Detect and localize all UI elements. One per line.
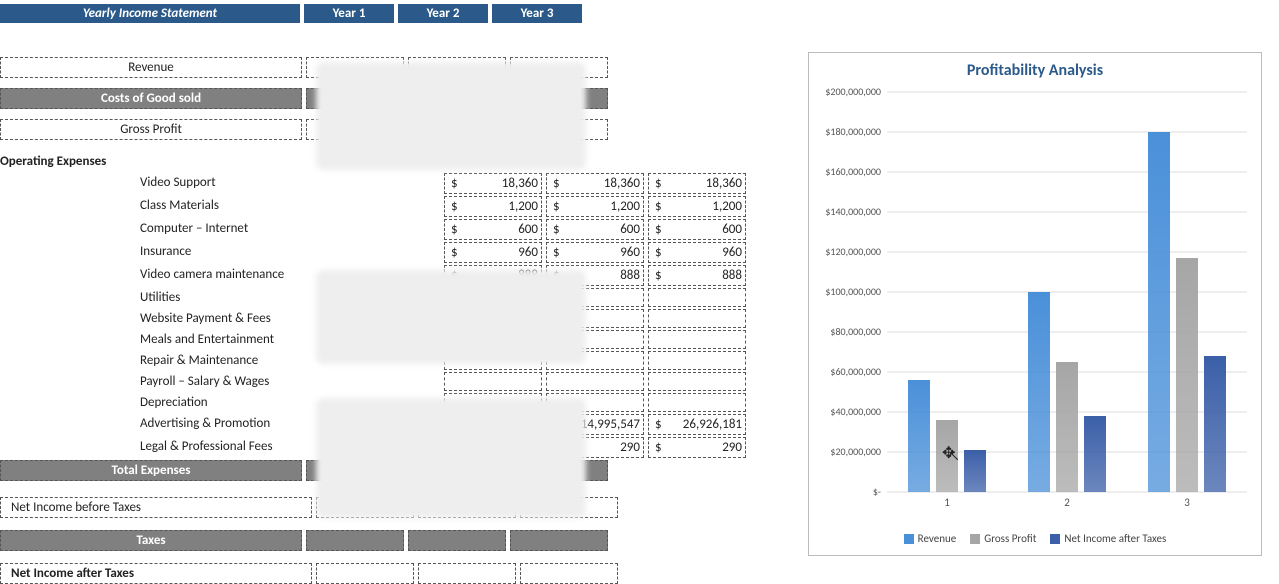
- cell[interactable]: $290: [648, 437, 746, 458]
- cell[interactable]: $600: [648, 219, 746, 240]
- svg-text:$160,000,000: $160,000,000: [825, 165, 881, 178]
- cell[interactable]: $18,360: [546, 173, 644, 194]
- row-cogs[interactable]: Costs of Good sold: [0, 88, 302, 109]
- row-gross-profit[interactable]: Gross Profit: [0, 119, 302, 140]
- cell[interactable]: $1,200: [546, 196, 644, 217]
- cell[interactable]: $960: [546, 242, 644, 263]
- row-taxes[interactable]: Taxes: [0, 530, 302, 551]
- svg-text:2: 2: [1064, 496, 1070, 509]
- opex-item[interactable]: Video Support: [0, 173, 440, 194]
- cell[interactable]: $26,926,181: [648, 414, 746, 435]
- svg-text:$40,000,000: $40,000,000: [830, 405, 881, 418]
- year-1-header[interactable]: Year 1: [304, 4, 394, 23]
- blur-bottom: [316, 398, 586, 518]
- row-revenue[interactable]: Revenue: [0, 57, 302, 78]
- cell[interactable]: [444, 372, 542, 391]
- cell[interactable]: $1,200: [648, 196, 746, 217]
- title-bar: Yearly Income Statement Year 1 Year 2 Ye…: [0, 4, 585, 23]
- blur-top: [316, 62, 586, 170]
- svg-text:$120,000,000: $120,000,000: [825, 245, 881, 258]
- svg-text:$180,000,000: $180,000,000: [825, 125, 881, 138]
- svg-text:$100,000,000: $100,000,000: [825, 285, 881, 298]
- year-2-header[interactable]: Year 2: [398, 4, 488, 23]
- opex-item[interactable]: Class Materials: [0, 196, 440, 217]
- svg-text:3: 3: [1184, 496, 1190, 509]
- statement-title: Yearly Income Statement: [0, 4, 300, 23]
- cell[interactable]: [546, 372, 644, 391]
- cell[interactable]: [648, 288, 746, 307]
- opex-item[interactable]: Computer – Internet: [0, 219, 440, 240]
- svg-text:$20,000,000: $20,000,000: [830, 445, 881, 458]
- cell[interactable]: [648, 393, 746, 412]
- cell[interactable]: [648, 351, 746, 370]
- cell[interactable]: $960: [444, 242, 542, 263]
- cell[interactable]: $888: [648, 265, 746, 286]
- cell[interactable]: $960: [648, 242, 746, 263]
- cell[interactable]: [648, 309, 746, 328]
- row-opex-header[interactable]: Operating Expenses: [0, 152, 300, 171]
- income-statement-panel: Yearly Income Statement Year 1 Year 2 Ye…: [0, 4, 585, 584]
- cell[interactable]: $600: [546, 219, 644, 240]
- cell[interactable]: $600: [444, 219, 542, 240]
- cell[interactable]: $1,200: [444, 196, 542, 217]
- cell[interactable]: [648, 372, 746, 391]
- blur-mid: [316, 270, 586, 364]
- opex-item[interactable]: Insurance: [0, 242, 440, 263]
- profitability-chart[interactable]: $- $20,000,000 $40,000,000 $60,000,000 $80,0…: [809, 84, 1261, 524]
- cell[interactable]: $18,360: [444, 173, 542, 194]
- opex-item[interactable]: Payroll – Salary & Wages: [0, 372, 440, 391]
- cell[interactable]: [648, 330, 746, 349]
- chart-legend: RevenueGross ProfitNet Income after Taxe…: [809, 532, 1261, 545]
- svg-text:$-: $-: [873, 485, 881, 498]
- svg-text:$200,000,000: $200,000,000: [825, 85, 881, 98]
- row-ni-after[interactable]: Net Income after Taxes: [0, 563, 312, 584]
- svg-text:$140,000,000: $140,000,000: [825, 205, 881, 218]
- svg-text:$80,000,000: $80,000,000: [830, 325, 881, 338]
- chart-panel[interactable]: Profitability Analysis $- $20,000,000 $40,…: [808, 52, 1262, 556]
- cell[interactable]: $18,360: [648, 173, 746, 194]
- row-ni-before[interactable]: Net Income before Taxes: [0, 497, 312, 518]
- year-3-header[interactable]: Year 3: [492, 4, 582, 23]
- svg-text:1: 1: [944, 496, 950, 509]
- chart-title: Profitability Analysis: [809, 61, 1261, 80]
- svg-text:$60,000,000: $60,000,000: [830, 365, 881, 378]
- row-total-expenses[interactable]: Total Expenses: [0, 460, 302, 481]
